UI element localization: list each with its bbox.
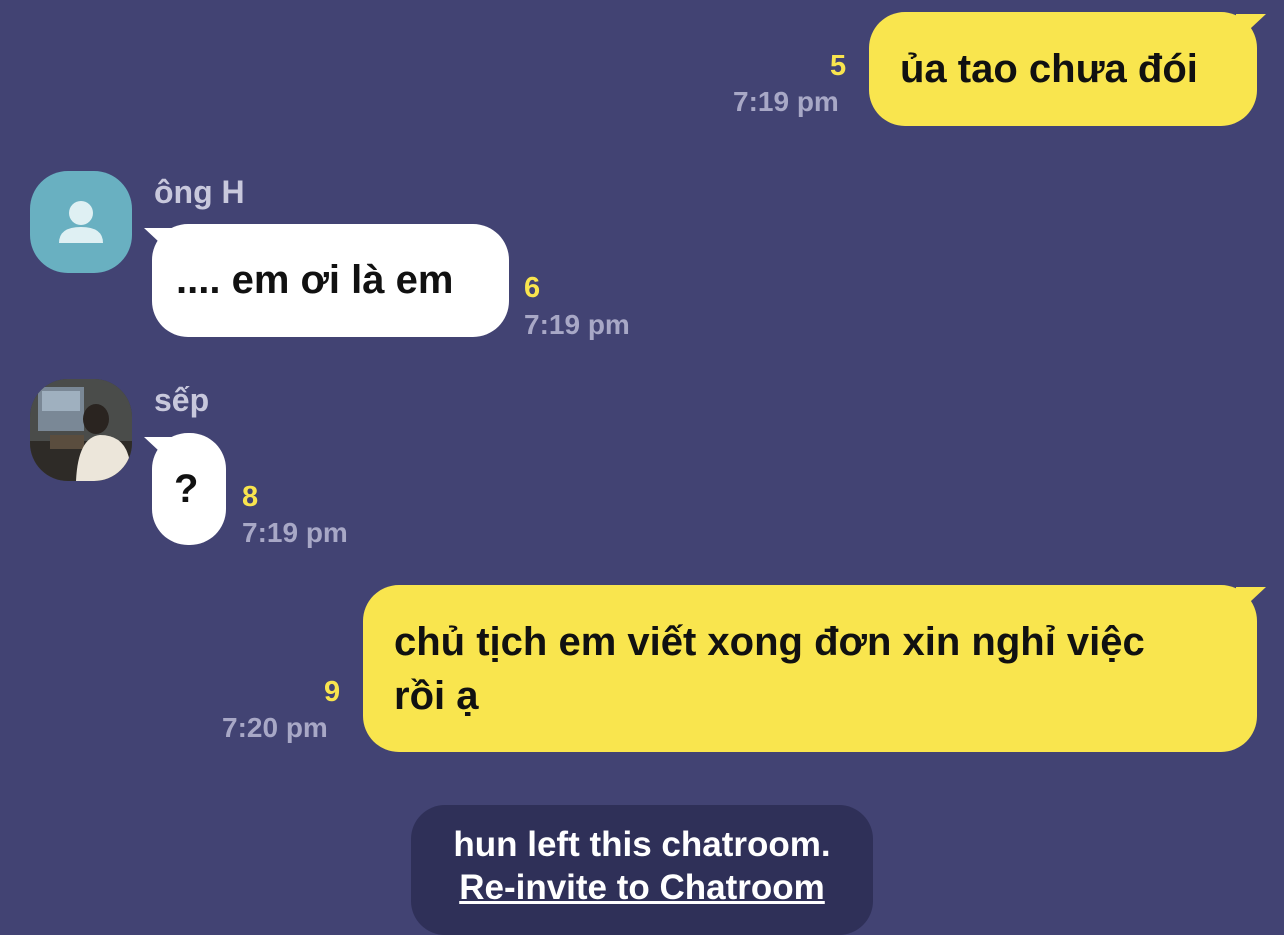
- unread-count: 9: [324, 676, 341, 708]
- outgoing-message-bubble[interactable]: chủ tịch em viết xong đơn xin nghỉ việc …: [363, 585, 1257, 752]
- message-text: .... em ơi là em: [176, 258, 454, 302]
- unread-count: 8: [242, 481, 259, 513]
- unread-count: 6: [524, 272, 541, 304]
- incoming-message-bubble[interactable]: ?: [152, 433, 226, 545]
- reinvite-link[interactable]: Re-invite to Chatroom: [411, 866, 873, 909]
- message-time: 7:20 pm: [222, 712, 328, 743]
- outgoing-message-bubble[interactable]: ủa tao chưa đói: [869, 12, 1257, 126]
- avatar[interactable]: [30, 171, 132, 273]
- incoming-message-bubble[interactable]: .... em ơi là em: [152, 224, 509, 337]
- sender-name: sếp: [154, 382, 210, 418]
- notice-text: hun left this chatroom.: [453, 825, 831, 864]
- avatar[interactable]: [30, 379, 132, 481]
- unread-count: 5: [830, 50, 847, 82]
- sender-name: ông H: [154, 174, 245, 210]
- profile-photo: [30, 379, 132, 481]
- message-text: ?: [174, 467, 199, 511]
- message-time: 7:19 pm: [733, 86, 839, 117]
- chatroom-notice: hun left this chatroom. Re-invite to Cha…: [411, 805, 873, 935]
- message-text-line: chủ tịch em viết xong đơn xin nghỉ việc: [394, 620, 1145, 664]
- message-time: 7:19 pm: [524, 309, 630, 340]
- message-text: ủa tao chưa đói: [900, 47, 1198, 91]
- message-time: 7:19 pm: [242, 517, 348, 548]
- user-icon: [59, 201, 103, 243]
- message-text-line: rồi ạ: [394, 674, 479, 718]
